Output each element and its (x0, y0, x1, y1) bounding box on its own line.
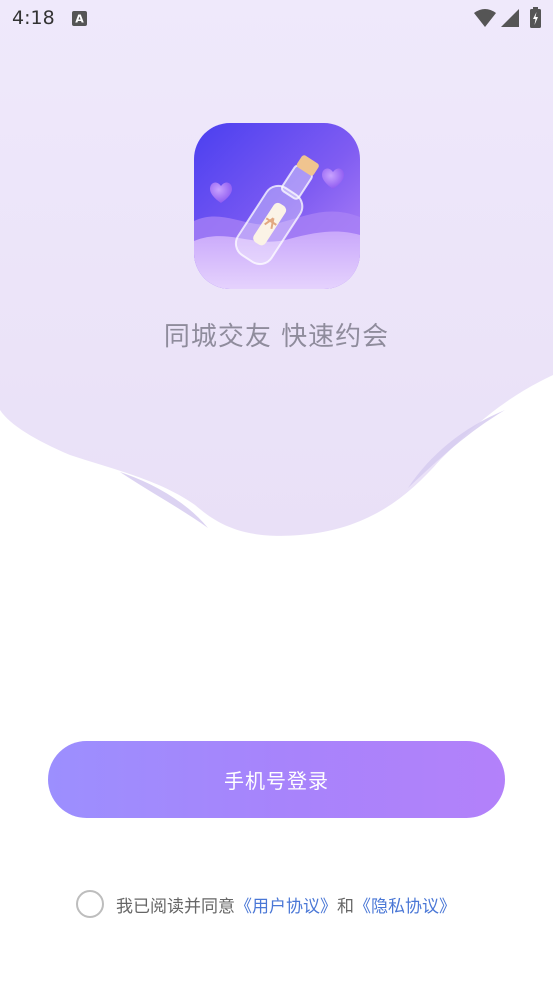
svg-text:A: A (75, 13, 84, 26)
cellular-signal-icon (501, 9, 519, 27)
status-time: 4:18 (12, 7, 55, 29)
status-bar: 4:18 A (0, 0, 553, 38)
agreement-conjunction: 和 (337, 896, 354, 917)
wifi-icon (474, 9, 496, 27)
app-logo (194, 123, 360, 289)
agreement-prefix: 我已阅读并同意 (116, 896, 235, 917)
agreement-checkbox[interactable] (76, 890, 104, 918)
phone-login-button[interactable]: 手机号登录 (48, 741, 505, 818)
battery-charging-icon (530, 7, 541, 28)
slogan: 同城交友 快速约会 (163, 322, 390, 352)
message-bottle-icon (194, 123, 360, 289)
user-agreement-link[interactable]: 《用户协议》 (235, 897, 337, 917)
privacy-policy-link[interactable]: 《隐私协议》 (354, 897, 456, 917)
agreement-row: 我已阅读并同意《用户协议》和《隐私协议》 (76, 886, 456, 922)
agreement-text: 我已阅读并同意《用户协议》和《隐私协议》 (116, 892, 456, 917)
font-a-icon: A (72, 11, 87, 26)
